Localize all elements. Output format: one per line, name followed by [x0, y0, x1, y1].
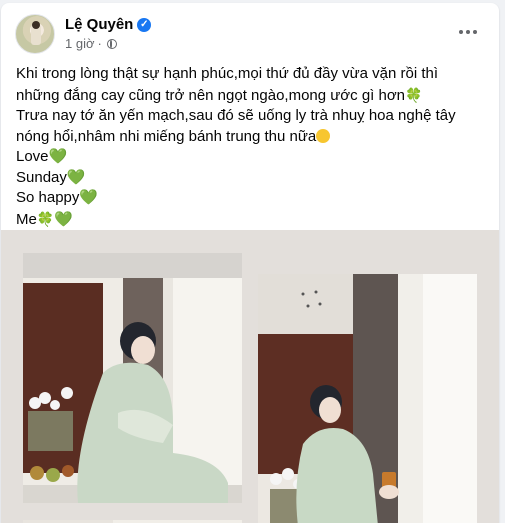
post-header: Lệ Quyên ✓ 1 giờ · [15, 14, 487, 56]
post-line: So happy💚 [16, 189, 99, 206]
photo-collage [1, 230, 499, 523]
post-line: Trưa nay tớ ăn yến mạch,sau đó sẽ uống l… [16, 107, 456, 124]
post-time[interactable]: 1 giờ [65, 36, 95, 51]
clover-emoji-icon: 🍀 [405, 86, 423, 103]
wink-emoji-icon [316, 128, 331, 143]
more-horizontal-icon [459, 30, 463, 34]
post-line: Sunday💚 [16, 168, 86, 186]
post-line: Love💚 [16, 148, 68, 165]
post-photo[interactable] [23, 253, 242, 503]
globe-icon[interactable] [106, 38, 117, 49]
verified-badge-icon: ✓ [137, 17, 152, 32]
post-line: Khi trong lòng thật sự hạnh phúc,mọi thứ… [16, 65, 439, 82]
green-heart-icon: 💚 [79, 189, 99, 206]
post-card: Lệ Quyên ✓ 1 giờ · Khi trong lòng thật s… [1, 3, 499, 523]
post-message: Khi trong lòng thật sự hạnh phúc,mọi thứ… [16, 64, 486, 230]
green-heart-icon: 💚 [48, 148, 68, 165]
avatar[interactable] [15, 14, 55, 54]
post-photo[interactable] [258, 274, 477, 523]
green-heart-icon: 💚 [66, 168, 86, 186]
post-line: Me🍀💚 [16, 210, 73, 228]
green-heart-icon: 💚 [54, 210, 73, 228]
post-line: nóng hổi,nhâm nhi miếng bánh trung thu n… [16, 127, 486, 148]
author-name[interactable]: Lệ Quyên [65, 16, 133, 33]
more-options-button[interactable] [455, 22, 481, 42]
post-meta: 1 giờ · [65, 36, 117, 51]
post-line: những đắng cay cũng trở nên ngọt ngào,mo… [16, 86, 423, 104]
clover-emoji-icon: 🍀 [36, 210, 55, 227]
author-row: Lệ Quyên ✓ [65, 16, 152, 33]
